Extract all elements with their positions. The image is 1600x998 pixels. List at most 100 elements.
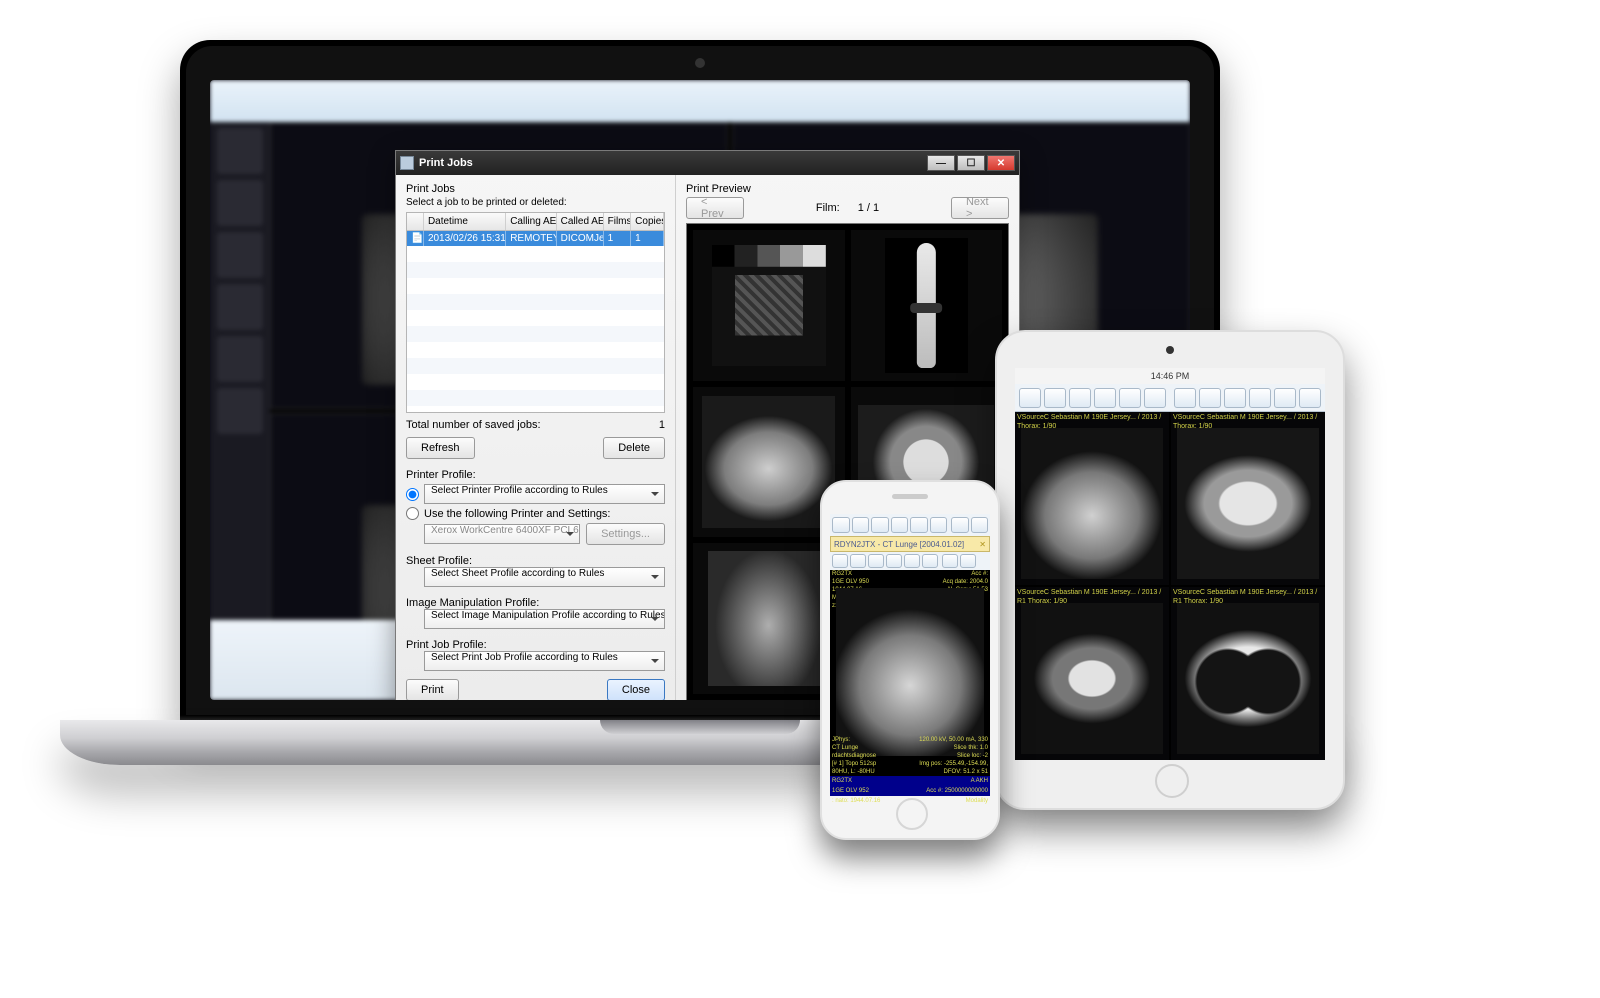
prev-button[interactable]: < Prev [686,197,744,219]
tablet-tool-zoom-icon[interactable] [1069,388,1091,408]
phone-contrast-icon[interactable] [930,517,948,533]
phone-footer-banner: RG2TX 1GE OLV 952 : nato: 1944.07.16 A A… [830,776,990,796]
dialog-titlebar[interactable]: Print Jobs — ☐ ✕ [396,151,1019,175]
dialog-icon [400,156,414,170]
phone-measure-icon[interactable] [886,554,902,568]
phone-text-icon[interactable] [922,554,938,568]
bg-thumbnail-panel [210,122,270,700]
summary-count: 1 [659,419,665,431]
sheet-profile-combo[interactable]: Select Sheet Profile according to Rules [424,567,665,587]
laptop-camera [695,58,705,68]
printer-profile-custom-label: Use the following Printer and Settings: [424,508,611,520]
tablet-viewport-grid: VSourceC Sebastian M 190E Jersey... / 20… [1015,412,1325,760]
row-icon: 📄 [407,231,424,246]
dialog-title: Print Jobs [419,157,473,169]
tablet-tool-wl-icon[interactable] [1119,388,1141,408]
phone-overlay-bot-right: 120.00 kV, 50.00 mA, 330 Slice thk: 1.0 … [919,736,988,776]
phone-print-icon[interactable] [832,554,848,568]
col-datetime[interactable]: Datetime [424,213,506,230]
phone-home-icon[interactable] [832,517,850,533]
printer-select[interactable]: Xerox WorkCentre 6400XF PCL6 [424,524,580,544]
image-manipulation-combo[interactable]: Select Image Manipulation Profile accord… [424,609,665,629]
printer-profile-custom-radio[interactable] [406,507,419,520]
phone-fit-icon[interactable] [891,517,909,533]
tablet-tool-cart-icon[interactable] [1019,388,1041,408]
preview-image-knee[interactable] [851,230,1003,381]
phone-study-tab[interactable]: RDYN2JTX - CT Lunge [2004.01.02] ✕ [830,536,990,552]
tablet-tool-reset-icon[interactable] [1199,388,1221,408]
phone-image-chest-xray [836,588,984,756]
tablet-status-bar: 14:46 PM [1015,368,1325,384]
table-row[interactable]: 📄 2013/02/26 15:31:50 REMOTEYE DICOMJet … [407,231,664,246]
phone-roi-icon[interactable] [904,554,920,568]
tablet-tool-info-icon[interactable] [1274,388,1296,408]
phone-tool-a-icon[interactable] [951,517,969,533]
tablet-tool-save-icon[interactable] [1224,388,1246,408]
phone-export-icon[interactable] [850,554,866,568]
tablet-screen: 14:46 PM VSourceC Sebastian M 190E Jerse… [1015,368,1325,760]
sheet-profile-label: Sheet Profile: [406,555,665,567]
phone-device: RDYN2JTX - CT Lunge [2004.01.02] ✕ RG2TX… [820,480,1000,840]
table-empty-rows [407,246,664,412]
col-icon [407,213,424,230]
close-icon[interactable]: ✕ [979,540,986,549]
tablet-toolbar [1015,384,1325,412]
phone-more-icon[interactable] [942,554,958,568]
phone-zoom-out-icon[interactable] [871,517,889,533]
close-button[interactable]: Close [607,679,665,700]
phone-screen: RDYN2JTX - CT Lunge [2004.01.02] ✕ RG2TX… [830,514,990,796]
tablet-pane-tl[interactable]: VSourceC Sebastian M 190E Jersey... / 20… [1015,412,1169,585]
phone-zoom-in-icon[interactable] [852,517,870,533]
instruction-text: Select a job to be printed or deleted: [406,197,665,208]
print-button[interactable]: Print [406,679,459,700]
phone-actual-icon[interactable] [910,517,928,533]
phone-tool-b-icon[interactable] [971,517,989,533]
tablet-device: 14:46 PM VSourceC Sebastian M 190E Jerse… [995,330,1345,810]
phone-overlay-bot-left: JPhys: CT Lunge rdachtsdiagnose [# 1] To… [832,736,876,776]
maximize-button[interactable]: ☐ [957,155,985,171]
tablet-pane-br[interactable]: VSourceC Sebastian M 190E Jersey... / 20… [1171,587,1325,760]
col-films[interactable]: Films [604,213,632,230]
printer-profile-label: Printer Profile: [406,469,665,481]
tablet-image-ct-abdomen [1021,603,1163,754]
phone-viewport[interactable]: RG2TX 1GE OLV 950 1944.07.16 M 1/2 z: 71… [830,570,990,796]
tablet-image-chest [1021,428,1163,579]
preview-image-calibration[interactable] [693,230,845,381]
col-calling-ae[interactable]: Calling AE [506,213,556,230]
tablet-tool-user-icon[interactable] [1299,388,1321,408]
phone-annot-icon[interactable] [868,554,884,568]
delete-button[interactable]: Delete [603,437,665,459]
image-manipulation-label: Image Manipulation Profile: [406,597,665,609]
film-count: 1 / 1 [858,202,879,214]
close-window-button[interactable]: ✕ [987,155,1015,171]
tablet-tool-contrast-icon[interactable] [1094,388,1116,408]
tablet-tool-layout-icon[interactable] [1144,388,1166,408]
tablet-tool-undo-icon[interactable] [1174,388,1196,408]
print-job-profile-label: Print Job Profile: [406,639,665,651]
printer-settings-button[interactable]: Settings... [586,523,665,545]
phone-toolbar-secondary [830,552,990,570]
printer-profile-combo[interactable]: Select Printer Profile according to Rule… [424,484,665,504]
tablet-image-ct-lungs [1177,603,1319,754]
print-jobs-group: Print Jobs [406,183,665,195]
refresh-button[interactable]: Refresh [406,437,475,459]
preview-title: Print Preview [686,183,1009,195]
bg-toolbar [210,80,1190,122]
next-button[interactable]: Next > [951,197,1009,219]
tablet-pane-bl[interactable]: VSourceC Sebastian M 190E Jersey... / 20… [1015,587,1169,760]
minimize-button[interactable]: — [927,155,955,171]
col-copies[interactable]: Copies [631,213,664,230]
tablet-image-ct-axial [1177,428,1319,579]
jobs-table[interactable]: Datetime Calling AE Called AE Films Copi… [406,212,665,413]
phone-toolbar-top [830,514,990,536]
summary-label: Total number of saved jobs: [406,419,541,431]
tablet-tool-grid-icon[interactable] [1249,388,1271,408]
print-job-profile-combo[interactable]: Select Print Job Profile according to Ru… [424,651,665,671]
tablet-tool-arrow-icon[interactable] [1044,388,1066,408]
film-label: Film: [816,202,840,214]
col-called-ae[interactable]: Called AE [557,213,604,230]
tablet-pane-tr[interactable]: VSourceC Sebastian M 190E Jersey... / 20… [1171,412,1325,585]
table-header: Datetime Calling AE Called AE Films Copi… [407,213,664,231]
phone-menu-icon[interactable] [960,554,976,568]
printer-profile-rules-radio[interactable] [406,488,419,501]
